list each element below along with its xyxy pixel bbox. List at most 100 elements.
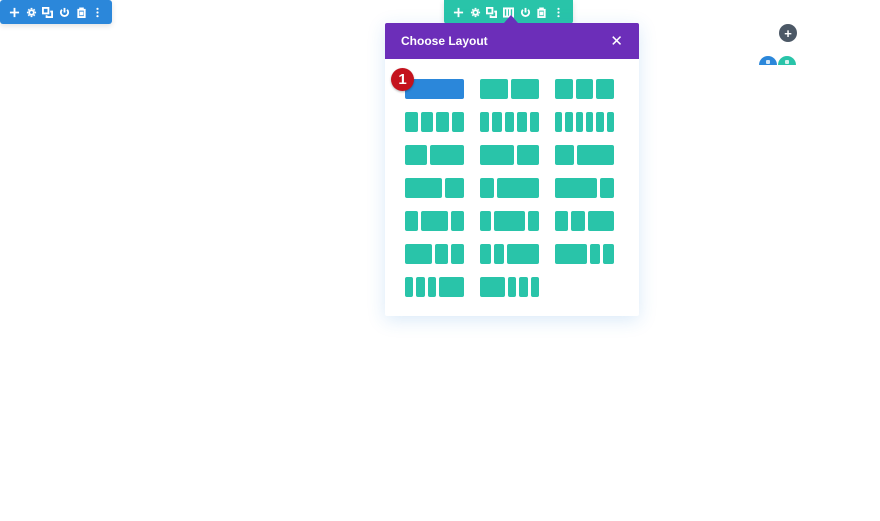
layout-column	[507, 244, 539, 264]
layout-option[interactable]	[405, 277, 464, 297]
power-icon	[520, 7, 530, 17]
layout-column	[596, 112, 604, 132]
layout-column	[603, 244, 614, 264]
layout-column	[516, 145, 539, 165]
add-row-green-button[interactable]	[778, 56, 796, 65]
duplicate-button[interactable]	[483, 0, 500, 24]
layout-column	[555, 79, 573, 99]
layout-column	[528, 211, 539, 231]
settings-button[interactable]	[23, 0, 40, 24]
move-icon	[453, 7, 463, 17]
layout-column	[519, 277, 528, 297]
layout-option[interactable]	[480, 244, 539, 264]
settings-icon	[470, 7, 480, 17]
layout-column	[405, 277, 414, 297]
layout-option[interactable]	[480, 145, 539, 165]
layout-column	[511, 79, 539, 99]
layout-column	[530, 277, 539, 297]
layout-column	[434, 244, 448, 264]
more-button[interactable]	[550, 0, 567, 24]
layout-option[interactable]	[480, 79, 539, 99]
layout-column	[436, 112, 449, 132]
settings-button[interactable]	[467, 0, 484, 24]
plus-icon	[785, 60, 789, 64]
duplicate-icon	[486, 6, 498, 18]
layout-column	[416, 277, 425, 297]
layout-grid	[405, 79, 615, 297]
modal-header: Choose Layout ✕	[385, 23, 639, 59]
layout-option[interactable]	[405, 244, 464, 264]
layout-option[interactable]	[555, 244, 614, 264]
layout-column	[421, 211, 448, 231]
layout-column	[480, 277, 505, 297]
duplicate-icon	[42, 6, 54, 18]
layout-column	[555, 178, 597, 198]
layout-option[interactable]	[480, 211, 539, 231]
more-icon	[557, 7, 560, 17]
more-button[interactable]	[89, 0, 106, 24]
modal-pointer-arrow	[504, 15, 518, 23]
section-toolbar	[0, 0, 112, 24]
layout-column	[493, 244, 505, 264]
layout-column	[405, 112, 418, 132]
layout-option[interactable]	[555, 79, 615, 99]
layout-column	[405, 211, 419, 231]
layout-column	[565, 112, 573, 132]
move-button[interactable]	[6, 0, 23, 24]
layout-option[interactable]	[555, 211, 614, 231]
power-icon	[59, 7, 69, 17]
power-button[interactable]	[517, 0, 534, 24]
layout-column	[480, 145, 514, 165]
duplicate-button[interactable]	[39, 0, 56, 24]
trash-button[interactable]	[73, 0, 90, 24]
move-button[interactable]	[450, 0, 467, 24]
layout-option[interactable]	[555, 112, 614, 132]
layout-option[interactable]	[480, 112, 540, 132]
power-button[interactable]	[56, 0, 73, 24]
layout-option[interactable]	[480, 277, 539, 297]
layout-column	[405, 178, 443, 198]
layout-column	[438, 277, 464, 297]
layout-column	[575, 112, 583, 132]
layout-column	[555, 112, 563, 132]
layout-option[interactable]	[555, 145, 614, 165]
layout-column	[504, 112, 515, 132]
layout-option[interactable]	[405, 145, 464, 165]
layout-column	[450, 211, 464, 231]
layout-column	[480, 244, 491, 264]
layout-column	[480, 79, 508, 99]
layout-column	[480, 112, 490, 132]
add-section-blue-button[interactable]	[759, 56, 777, 65]
trash-icon	[537, 6, 547, 18]
add-section-button[interactable]: +	[779, 24, 797, 42]
layout-column	[451, 112, 464, 132]
layout-column	[405, 79, 464, 99]
layout-option[interactable]	[480, 178, 539, 198]
close-icon[interactable]: ✕	[610, 34, 623, 49]
trash-button[interactable]	[534, 0, 551, 24]
layout-option[interactable]	[405, 178, 464, 198]
layout-column	[420, 112, 433, 132]
layout-column	[450, 244, 464, 264]
layout-option[interactable]	[405, 79, 464, 99]
layout-column	[555, 244, 587, 264]
layout-column	[555, 211, 569, 231]
settings-icon	[26, 7, 36, 17]
layout-column	[571, 211, 585, 231]
layout-column	[596, 79, 615, 99]
layout-column	[600, 178, 614, 198]
layout-option[interactable]	[555, 178, 614, 198]
step-badge: 1	[391, 68, 414, 91]
layout-column	[493, 211, 526, 231]
layout-column	[497, 178, 539, 198]
layout-option[interactable]	[405, 112, 464, 132]
layout-column	[492, 112, 502, 132]
layout-column	[445, 178, 464, 198]
layout-column	[589, 244, 601, 264]
layout-column	[405, 244, 432, 264]
layout-column	[575, 79, 594, 99]
layout-column	[517, 112, 527, 132]
layout-column	[508, 277, 517, 297]
layout-option[interactable]	[405, 211, 464, 231]
move-icon	[9, 7, 19, 17]
